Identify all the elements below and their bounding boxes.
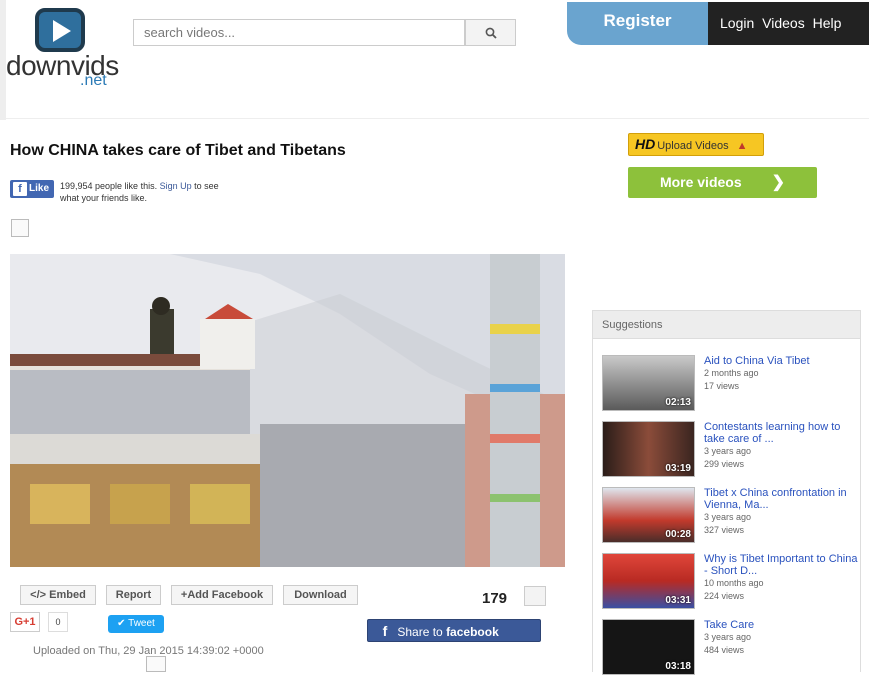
suggestion-thumbnail[interactable]: 03:19	[602, 421, 695, 477]
broken-image-icon-2	[146, 656, 166, 672]
facebook-like-button[interactable]: f Like	[10, 180, 54, 198]
logo-tld[interactable]: .net	[80, 72, 107, 90]
nav-videos[interactable]: Videos	[762, 15, 805, 31]
nav-help[interactable]: Help	[813, 15, 842, 31]
duration-label: 03:31	[665, 595, 691, 606]
search-input[interactable]	[133, 19, 465, 46]
google-plus-button[interactable]: G+1	[10, 612, 40, 632]
suggestion-title[interactable]: Why is Tibet Important to China - Short …	[704, 553, 857, 577]
suggestion-item[interactable]: 03:19 Contestants learning how to take c…	[602, 421, 862, 481]
google-plus-count: 0	[48, 612, 68, 632]
suggestion-age: 2 months ago	[704, 368, 759, 378]
suggestion-age: 3 years ago	[704, 632, 752, 642]
add-facebook-button[interactable]: +Add Facebook	[171, 585, 273, 605]
suggestion-age: 3 years ago	[704, 512, 752, 522]
signup-link[interactable]: Sign Up	[160, 181, 192, 191]
suggestion-title[interactable]: Aid to China Via Tibet	[704, 355, 810, 367]
facebook-like-text: 199,954 people like this. Sign Up to see…	[60, 180, 230, 204]
upload-arrow-icon: ▲	[736, 140, 748, 152]
suggestion-views: 224 views	[704, 591, 745, 601]
suggestion-views: 484 views	[704, 645, 745, 655]
tweet-label: Tweet	[128, 618, 155, 629]
suggestion-title[interactable]: Take Care	[704, 619, 754, 631]
report-button[interactable]: Report	[106, 585, 161, 605]
suggestion-title[interactable]: Contestants learning how to take care of…	[704, 421, 840, 445]
upload-videos-button[interactable]: HD Upload Videos ▲	[628, 133, 764, 156]
suggestions-header: Suggestions	[592, 310, 861, 339]
like-label: Like	[29, 183, 50, 194]
suggestion-age: 10 months ago	[704, 578, 764, 588]
suggestion-age: 3 years ago	[704, 446, 752, 456]
search-icon	[485, 27, 497, 39]
download-button[interactable]: Download	[283, 585, 358, 605]
suggestion-item[interactable]: 02:13 Aid to China Via Tibet 2 months ago…	[602, 355, 862, 415]
suggestion-views: 17 views	[704, 381, 740, 391]
tweet-button[interactable]: ✔ Tweet	[108, 615, 164, 633]
share-facebook-button[interactable]: f Share to facebook	[367, 619, 541, 642]
suggestion-item[interactable]: 03:18 Take Care 3 years ago 484 views	[602, 619, 862, 679]
suggestion-thumbnail[interactable]: 00:28	[602, 487, 695, 543]
nav-login[interactable]: Login	[720, 15, 754, 31]
like-count: 199,954 people like this.	[60, 181, 158, 191]
duration-label: 03:19	[665, 463, 691, 474]
suggestion-views: 327 views	[704, 525, 745, 535]
duration-label: 02:13	[665, 397, 691, 408]
video-title: How CHINA takes care of Tibet and Tibeta…	[10, 142, 346, 159]
search-button[interactable]	[465, 19, 516, 46]
register-button[interactable]: Register	[567, 2, 708, 45]
upload-label: Upload Videos	[657, 140, 729, 152]
broken-image-icon	[11, 219, 29, 237]
suggestion-thumbnail[interactable]: 02:13	[602, 355, 695, 411]
share-brand: facebook	[446, 625, 499, 639]
top-nav: Login Videos Help	[708, 2, 869, 45]
video-player[interactable]	[10, 254, 565, 567]
suggestion-item[interactable]: 03:31 Why is Tibet Important to China - …	[602, 553, 862, 613]
suggestion-views: 299 views	[704, 459, 745, 469]
facebook-icon: f	[382, 623, 388, 639]
stats-icon[interactable]	[524, 586, 546, 606]
header-divider	[0, 118, 869, 119]
twitter-icon: ✔	[117, 618, 129, 629]
facebook-icon: f	[13, 182, 27, 196]
chevron-right-icon: ❯	[771, 174, 786, 191]
duration-label: 03:18	[665, 661, 691, 672]
more-videos-button[interactable]: More videos ❯	[628, 167, 817, 198]
video-frame-image	[10, 254, 565, 567]
logo-play-icon[interactable]	[35, 8, 85, 52]
hd-badge: HD	[635, 136, 656, 152]
share-prefix: Share to	[397, 625, 443, 639]
suggestion-thumbnail[interactable]: 03:31	[602, 553, 695, 609]
suggestion-item[interactable]: 00:28 Tibet x China confrontation in Vie…	[602, 487, 862, 547]
embed-button[interactable]: </> Embed	[20, 585, 96, 605]
more-label: More videos	[659, 174, 742, 190]
duration-label: 00:28	[665, 529, 691, 540]
view-count: 179	[482, 590, 508, 607]
suggestion-thumbnail[interactable]: 03:18	[602, 619, 695, 675]
suggestion-title[interactable]: Tibet x China confrontation in Vienna, M…	[704, 487, 847, 511]
